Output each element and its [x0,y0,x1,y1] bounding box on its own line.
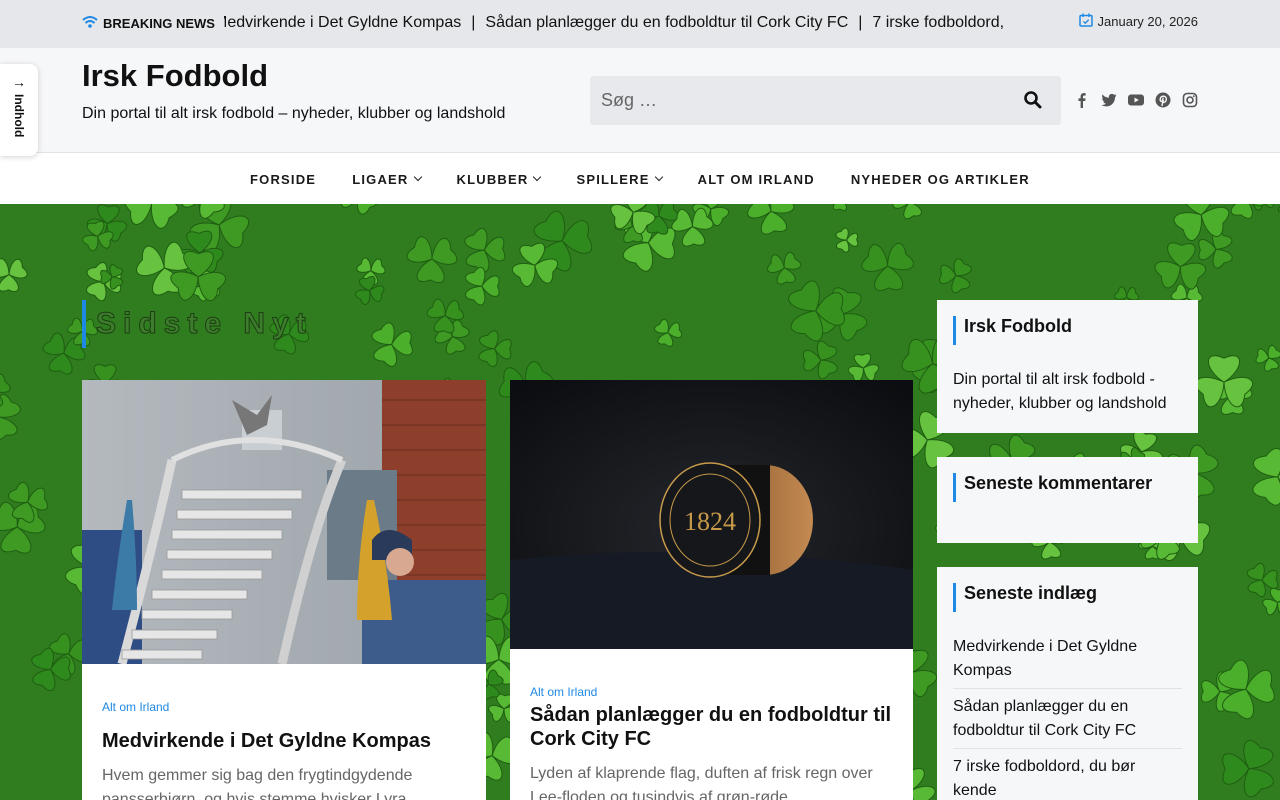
nav-item-spillere[interactable]: SPILLERE [558,172,679,187]
widget-about: Irsk Fodbold Din portal til alt irsk fod… [937,300,1198,433]
toc-label: Indhold [12,94,26,138]
post-category[interactable]: Alt om Irland [530,685,597,699]
ticker-item[interactable]: Medvirkende i Det Gyldne Kompas [224,14,461,31]
wifi-icon [82,15,98,32]
search-form [590,76,1061,125]
recent-post-link[interactable]: 7 irske fodboldord, du bør kende [953,755,1182,800]
ticker-item[interactable]: Sådan planlægger du en fodboldtur til Co… [485,14,848,31]
twitter-icon[interactable] [1100,91,1118,109]
post-card: Alt om Irland Medvirkende i Det Gyldne K… [82,380,486,800]
search-input[interactable] [590,76,1010,125]
site-description: Din portal til alt irsk fodbold – nyhede… [82,105,506,122]
chevron-down-icon [413,172,422,182]
recent-post-link[interactable]: Sådan planlægger du en fodboldtur til Co… [953,695,1182,749]
search-icon[interactable] [1023,90,1045,112]
post-title[interactable]: Sådan planlægger du en fodboldtur til Co… [530,703,900,751]
chevron-down-icon [654,172,663,182]
site-title[interactable]: Irsk Fodbold [82,58,268,94]
pinterest-icon[interactable] [1154,91,1172,109]
recent-post-link[interactable]: Medvirkende i Det Gyldne Kompas [953,635,1182,689]
post-excerpt: Lyden af klaprende flag, duften af frisk… [530,765,873,800]
facebook-icon[interactable] [1073,91,1091,109]
svg-text:1824: 1824 [684,507,736,536]
table-of-contents-tab[interactable]: → Indhold [0,64,38,156]
ticker-separator: | [858,14,863,31]
breaking-news-label: BREAKING NEWS [82,15,215,32]
widget-title: Seneste indlæg [953,583,1097,612]
news-ticker: Medvirkende i Det Gyldne Kompas | Sådan pl… [224,13,1008,35]
top-bar: BREAKING NEWS Medvirkende i Det Gyldne K… [0,0,1280,48]
nav-item-alt-om-irland[interactable]: ALT OM IRLAND [680,172,833,187]
arrow-right-icon: → [12,74,26,90]
social-links [1073,91,1199,109]
chevron-down-icon [533,172,542,182]
site-header: Irsk Fodbold Din portal til alt irsk fod… [0,48,1280,152]
post-card: 1824 Alt om Irland Sådan planlægger du e… [510,380,913,800]
widget-text: Din portal til alt irsk fodbold - nyhede… [953,371,1167,412]
widget-title: Seneste kommentarer [953,473,1152,502]
nav-item-forside[interactable]: FORSIDE [232,172,334,187]
section-title: Sidste Nyt [82,300,313,348]
widget-title: Irsk Fodbold [953,316,1072,345]
calendar-icon [1078,13,1093,30]
youtube-icon[interactable] [1127,91,1145,109]
post-thumbnail-glockenspiel[interactable] [82,380,486,664]
instagram-icon[interactable] [1181,91,1199,109]
post-thumbnail-bottle-stopper[interactable]: 1824 [510,380,913,649]
ticker-item[interactable]: 7 irske fodboldord, du bør kende [872,14,1008,31]
ticker-separator: | [471,14,476,31]
post-title[interactable]: Medvirkende i Det Gyldne Kompas [102,729,472,753]
widget-recent-comments: Seneste kommentarer [937,457,1198,543]
post-excerpt: Hvem gemmer sig bag den frygtindgydende … [102,767,413,800]
main-navigation: FORSIDE LIGAER KLUBBER SPILLERE ALT OM I… [0,152,1280,204]
nav-item-ligaer[interactable]: LIGAER [334,172,438,187]
nav-item-klubber[interactable]: KLUBBER [439,172,559,187]
nav-item-nyheder-og-artikler[interactable]: NYHEDER OG ARTIKLER [833,172,1048,187]
widget-recent-posts: Seneste indlæg Medvirkende i Det Gyldne … [937,567,1198,800]
post-category[interactable]: Alt om Irland [102,700,169,714]
current-date: January 20, 2026 [1078,13,1198,30]
